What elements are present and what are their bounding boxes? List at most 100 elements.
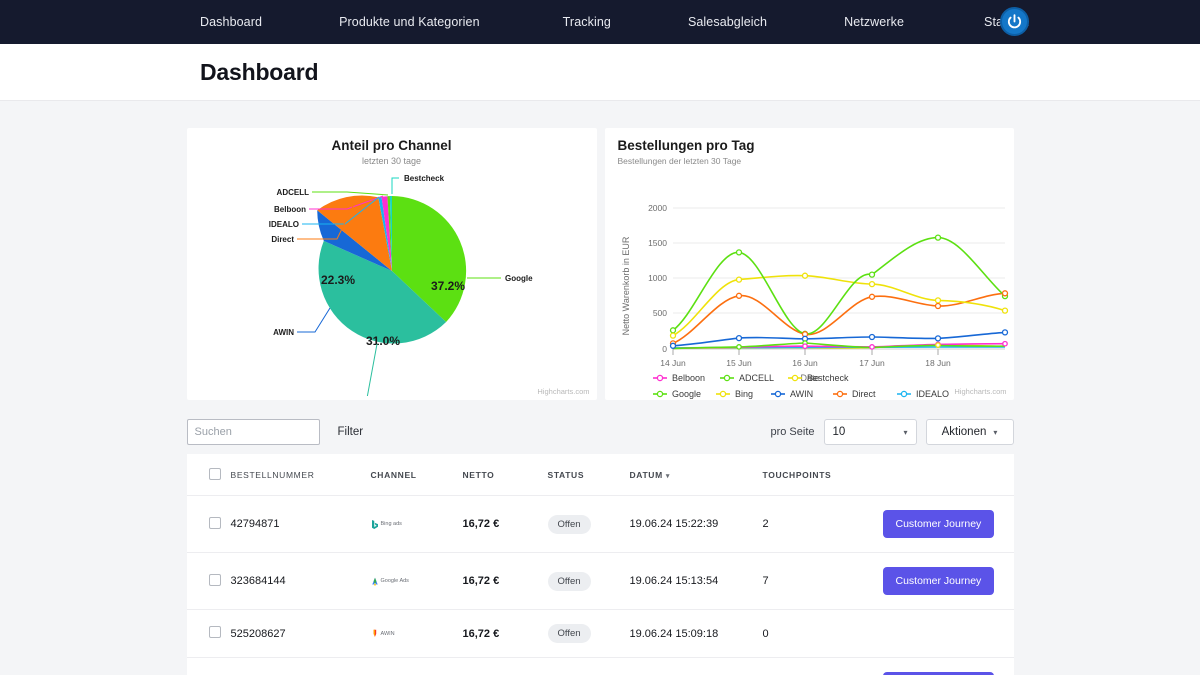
cell-channel: Bing ads — [370, 495, 463, 553]
row-checkbox[interactable] — [208, 626, 221, 638]
row-select-cell — [186, 657, 231, 675]
cell-touchpoints: 3 — [762, 657, 883, 675]
actions-label: Aktionen — [941, 426, 987, 438]
page-title: Dashboard — [200, 58, 319, 85]
line-chart-credits: Highcharts.com — [954, 387, 1007, 396]
y-axis-label: Netto Warenkorb in EUR — [621, 236, 631, 335]
svg-text:Direct: Direct — [852, 389, 876, 399]
select-all-header — [186, 454, 231, 496]
legend-item-google[interactable]: Google — [652, 389, 701, 399]
chevron-down-icon: ▾ — [903, 427, 908, 437]
column-header-datum[interactable]: DATUM ▾ — [629, 454, 763, 496]
cell-status: Offen — [547, 609, 630, 658]
legend-item-bing[interactable]: Bing — [715, 389, 753, 399]
bing-ads-logo: Bing ads — [371, 519, 463, 529]
pie-label-idealo: IDEALO — [268, 220, 298, 229]
google-ads-logo: Google Ads — [371, 577, 463, 586]
y-tick-1500: 1500 — [648, 238, 667, 248]
row-checkbox[interactable] — [208, 516, 221, 529]
cell-datum: 19.06.24 15:05:55 — [629, 657, 763, 675]
cell-bestellnummer: 323684144 — [230, 552, 371, 610]
column-header-status[interactable]: STATUS — [547, 454, 630, 496]
nav-item-produkte-und-kategorien[interactable]: Produkte und Kategorien — [339, 15, 480, 29]
cell-netto: 12,52 € — [462, 657, 548, 675]
svg-text:AWIN: AWIN — [790, 389, 813, 399]
x-tick-15-jun: 15 Jun — [726, 358, 752, 368]
cell-status: Offen — [547, 657, 630, 675]
table-row[interactable]: 525208627 AWIN 16,72 € Offen 19.06.24 15… — [186, 609, 1014, 658]
search-input[interactable] — [186, 419, 320, 445]
line-chart-card: Bestellungen pro Tag Bestellungen der le… — [604, 128, 1014, 400]
column-header-netto[interactable]: NETTO — [462, 454, 548, 496]
pie-label-google: Google — [505, 274, 533, 283]
svg-text:Belboon: Belboon — [672, 373, 705, 383]
cell-datum: 19.06.24 15:09:18 — [629, 609, 763, 658]
legend-item-idealo[interactable]: IDEALO — [896, 389, 949, 399]
cell-bestellnummer: 42794871 — [230, 495, 371, 553]
toolbar-right-group: pro Seite 10 ▾ Aktionen ▾ — [770, 419, 1014, 445]
series-line-google[interactable] — [672, 236, 1006, 335]
legend-item-belboon[interactable]: Belboon — [652, 373, 705, 383]
table-header-row: BESTELLNUMMER CHANNEL NETTO STATUS DATUM… — [186, 454, 1014, 496]
bing-ads-label: Bing ads — [380, 521, 402, 527]
nav-item-netzwerke[interactable]: Netzwerke — [844, 15, 904, 29]
column-header-bestellnummer[interactable]: BESTELLNUMMER — [230, 454, 371, 496]
svg-text:Bing: Bing — [735, 389, 753, 399]
customer-journey-button[interactable]: Customer Journey — [882, 567, 995, 595]
cell-datum: 19.06.24 15:13:54 — [629, 552, 763, 610]
row-select-cell — [186, 552, 231, 610]
google-ads-icon — [371, 577, 378, 586]
table-body: 42794871 Bing ads 16,72 € Offen 19.06.24… — [186, 495, 1014, 675]
table-row[interactable]: 42794871 Bing ads 16,72 € Offen 19.06.24… — [186, 495, 1014, 553]
svg-text:ADCELL: ADCELL — [739, 373, 774, 383]
table-row[interactable]: 323684144 Google Ads 16,72 € Offen 19.06… — [186, 552, 1014, 610]
per-page-value: 10 — [832, 426, 846, 438]
select-all-checkbox[interactable] — [208, 468, 221, 480]
pie-chart-title: Anteil pro Channel — [331, 138, 452, 153]
filter-label[interactable]: Filter — [338, 426, 364, 438]
line-chart-subtitle: Bestellungen der letzten 30 Tage — [617, 156, 742, 166]
row-select-cell — [186, 609, 231, 658]
pie-label-bestcheck: Bestcheck — [404, 174, 445, 183]
pie-label-belboon: Belboon — [274, 205, 306, 214]
nav-item-tracking[interactable]: Tracking — [563, 15, 611, 29]
customer-journey-button[interactable]: Customer Journey — [882, 510, 995, 538]
line-chart-legend-row2: Belboon ADCELL Bestcheck — [652, 373, 849, 383]
status-badge: Offen — [547, 571, 591, 591]
y-tick-500: 500 — [652, 308, 666, 318]
legend-item-adcell[interactable]: ADCELL — [719, 373, 774, 383]
awin-icon — [373, 629, 376, 637]
power-logo-icon[interactable] — [1000, 7, 1029, 36]
nav-item-salesabgleich[interactable]: Salesabgleich — [688, 15, 767, 29]
pie-label-adcell: ADCELL — [276, 188, 309, 197]
table-toolbar: Filter pro Seite 10 ▾ Aktionen ▾ — [186, 410, 1014, 454]
awin-logo: AWIN — [371, 629, 463, 638]
cell-netto: 16,72 € — [462, 609, 548, 658]
pie-label-direct: Direct — [271, 235, 294, 244]
series-line-bing[interactable] — [672, 274, 1005, 337]
nav-item-dashboard[interactable]: Dashboard — [200, 15, 262, 29]
cell-bestellnummer: 434119675 — [230, 657, 371, 675]
column-header-touchpoints[interactable]: TOUCHPOINTS — [762, 454, 883, 496]
table-row[interactable]: 434119675 AWIN 12,52 € Offen — [186, 657, 1014, 675]
status-badge: Offen — [547, 514, 591, 534]
legend-item-direct[interactable]: Direct — [832, 389, 876, 399]
cell-netto: 16,72 € — [462, 495, 548, 553]
legend-item-bestcheck[interactable]: Bestcheck — [787, 373, 849, 383]
column-header-channel[interactable]: CHANNEL — [370, 454, 463, 496]
cell-action: Customer Journey — [882, 657, 1014, 675]
chevron-down-icon: ▾ — [993, 427, 998, 437]
per-page-select[interactable]: 10 ▾ — [823, 419, 917, 445]
cell-action: Customer Journey — [882, 495, 1014, 553]
pie-label-awin: AWIN — [273, 328, 294, 337]
pie-value-google: 37.2% — [430, 279, 464, 293]
row-checkbox[interactable] — [208, 573, 221, 586]
awin-label: AWIN — [380, 630, 395, 637]
cell-status: Offen — [547, 495, 630, 553]
cell-datum: 19.06.24 15:22:39 — [629, 495, 763, 553]
legend-item-awin[interactable]: AWIN — [770, 389, 813, 399]
cell-action: Customer Journey — [882, 552, 1014, 610]
cell-channel: AWIN — [370, 609, 463, 658]
pie-value-direct: 22.3% — [320, 273, 354, 287]
actions-dropdown[interactable]: Aktionen ▾ — [925, 419, 1014, 445]
